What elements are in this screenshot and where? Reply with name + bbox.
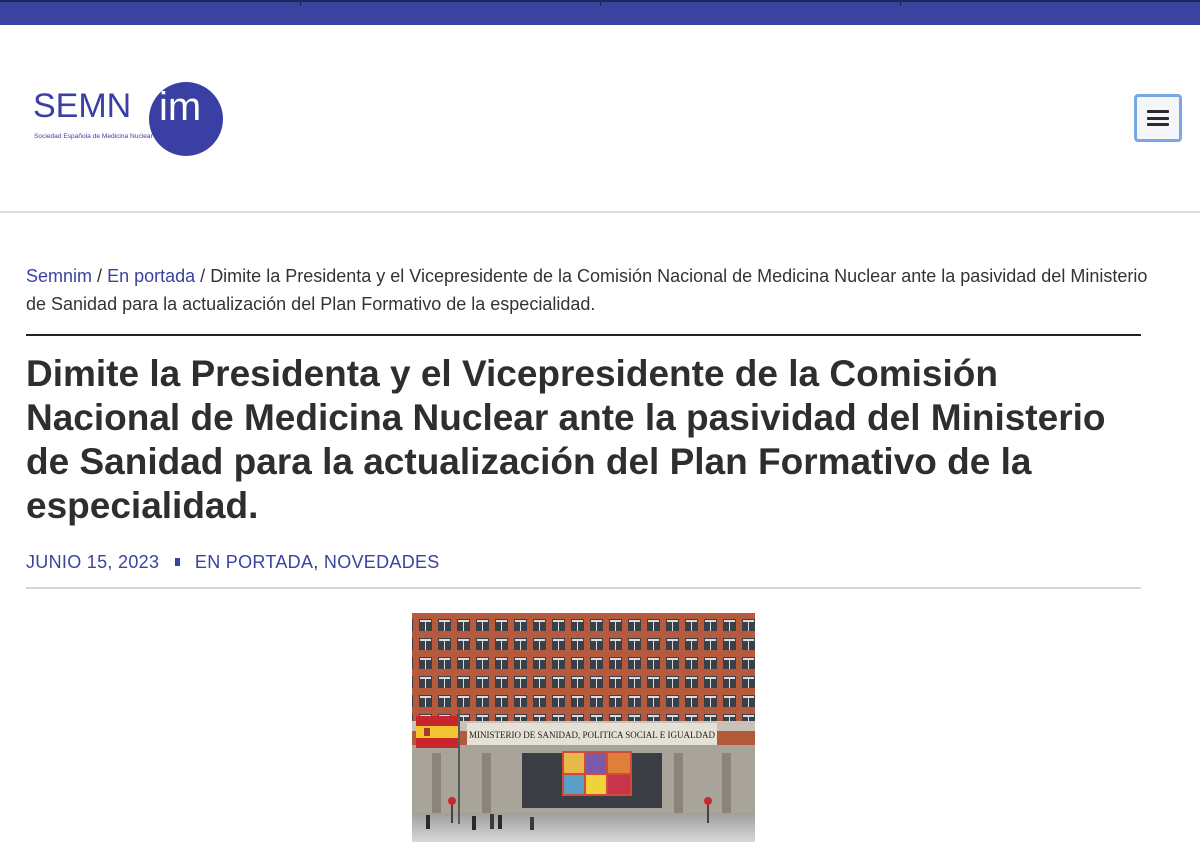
featured-image: MINISTERIO DE SANIDAD, POLITICA SOCIAL E…	[412, 613, 755, 842]
category-link-en-portada[interactable]: EN PORTADA	[195, 552, 313, 572]
top-bar-divider	[600, 2, 601, 6]
logo-brand-prefix: SEMN	[33, 87, 131, 125]
breadcrumb-link-home[interactable]: Semnim	[26, 266, 92, 286]
breadcrumb-separator: /	[200, 266, 206, 286]
category-link-novedades[interactable]: NOVEDADES	[324, 552, 440, 572]
site-header: SEMN im Sociedad Española de Medicina Nu…	[0, 25, 1200, 213]
article-title: Dimite la Presidenta y el Vicepresidente…	[26, 353, 1106, 526]
site-logo[interactable]: SEMN im Sociedad Española de Medicina Nu…	[33, 82, 228, 158]
breadcrumb: Semnim / En portada / Dimite la Presiden…	[26, 262, 1156, 318]
breadcrumb-current: Dimite la Presidenta y el Vicepresidente…	[26, 266, 1148, 314]
semnim-logo: SEMN im Sociedad Española de Medicina Nu…	[33, 82, 223, 156]
logo-brand-suffix: im	[159, 85, 201, 129]
breadcrumb-separator: /	[97, 266, 103, 286]
meta-separator-icon	[174, 558, 180, 567]
ministry-building-photo: MINISTERIO DE SANIDAD, POLITICA SOCIAL E…	[412, 613, 755, 842]
category-comma: ,	[313, 552, 319, 572]
meta-divider	[26, 587, 1141, 589]
top-bar	[0, 0, 1200, 25]
logo-tagline: Sociedad Española de Medicina Nuclear e …	[34, 133, 213, 140]
top-bar-divider	[900, 2, 901, 6]
article-date[interactable]: JUNIO 15, 2023	[26, 552, 159, 572]
building-sign: MINISTERIO DE SANIDAD, POLITICA SOCIAL E…	[469, 730, 715, 740]
title-divider	[26, 334, 1141, 336]
hamburger-menu-icon	[1147, 110, 1169, 126]
menu-toggle-button[interactable]	[1134, 94, 1182, 142]
top-bar-divider	[300, 2, 301, 6]
breadcrumb-link-en-portada[interactable]: En portada	[107, 266, 195, 286]
article-meta: JUNIO 15, 2023 EN PORTADA, NOVEDADES	[26, 550, 440, 574]
